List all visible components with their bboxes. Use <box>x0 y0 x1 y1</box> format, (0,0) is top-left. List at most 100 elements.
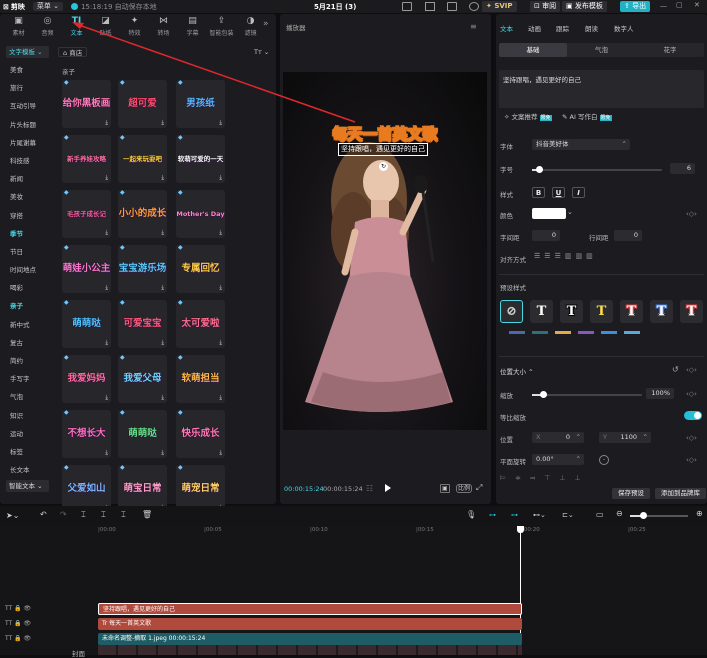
text-template-tile[interactable]: ◆ 一起来玩耍吧 ⤓ <box>118 135 167 183</box>
category-item[interactable]: 标签 <box>0 443 52 461</box>
tool-tab-sticker[interactable]: ◪ 贴纸 <box>91 14 120 38</box>
download-icon[interactable]: ⤓ <box>161 449 164 457</box>
font-select[interactable]: 抖音美好体 ⌃ <box>532 139 630 150</box>
text-template-tile[interactable]: ◆ 专属回忆 ⤓ <box>176 245 225 293</box>
download-icon[interactable]: ⤓ <box>161 174 164 182</box>
download-icon[interactable]: ⤓ <box>219 229 222 237</box>
download-icon[interactable]: ⤓ <box>105 229 108 237</box>
download-icon[interactable]: ⤓ <box>219 394 222 402</box>
font-size-input[interactable]: 6 <box>670 163 695 174</box>
rotate-handle-icon[interactable]: ↻ <box>379 162 388 171</box>
text-template-tile[interactable]: ◆ Mother's Day ⤓ <box>176 190 225 238</box>
category-item[interactable]: 片头标题 <box>0 116 52 134</box>
text-subtab[interactable]: 气泡 <box>568 43 636 57</box>
video-clip[interactable]: 未命名调整-摘取 1.jpeg 00:00:15:24 <box>98 633 522 645</box>
category-item[interactable]: 手写字 <box>0 370 52 388</box>
download-icon[interactable]: ⤓ <box>219 119 222 127</box>
minimize-icon[interactable]: — <box>660 2 667 10</box>
download-icon[interactable]: ⤓ <box>219 174 222 182</box>
split-left-icon[interactable]: ⌶ <box>101 510 106 520</box>
download-icon[interactable]: ⤓ <box>105 174 108 182</box>
text-style-preset[interactable]: T <box>650 300 673 323</box>
text-template-tile[interactable]: ◆ 新手养娃攻略 ⤓ <box>62 135 111 183</box>
download-icon[interactable]: ⤓ <box>161 394 164 402</box>
text-style-preset[interactable]: T <box>620 300 643 323</box>
zoom-slider[interactable] <box>630 512 688 519</box>
player-menu-icon[interactable]: ≡ <box>470 22 477 31</box>
category-item[interactable]: 复古 <box>0 334 52 352</box>
position-y-input[interactable]: Y 1100 ⌃ <box>599 432 651 443</box>
category-item[interactable]: 简约 <box>0 352 52 370</box>
preview-axis-icon[interactable]: ⊏⌄ <box>562 511 574 519</box>
tool-tab-audio[interactable]: ◎ 音频 <box>33 14 62 38</box>
text-template-tile[interactable]: ◆ 小小的成长 ⤓ <box>118 190 167 238</box>
main-track-magnet-icon[interactable]: ⊶ <box>489 511 496 519</box>
text-template-tile[interactable]: ◆ 宝宝游乐场 ⤓ <box>118 245 167 293</box>
text-clip[interactable]: Tr 每天一首英文歌 <box>98 618 522 630</box>
download-icon[interactable]: ⤓ <box>105 449 108 457</box>
category-item[interactable]: 美妆 <box>0 188 52 206</box>
select-tool-icon[interactable]: ➤⌄ <box>6 511 19 520</box>
text-template-tile[interactable]: ◆ 男孩纸 ⤓ <box>176 80 225 128</box>
expand-icon[interactable]: ⤢ <box>476 483 482 493</box>
download-icon[interactable]: ⤓ <box>219 449 222 457</box>
text-template-tile[interactable]: ◆ 可爱宝宝 ⤓ <box>118 300 167 348</box>
track-controls-icon[interactable]: TT 🔒 👁 <box>5 620 31 627</box>
playhead-handle[interactable] <box>517 526 524 533</box>
copy-recommend-button[interactable]: ✧ 文案推荐 限免 <box>504 111 552 121</box>
tool-tab-effects[interactable]: ✦ 特效 <box>120 14 149 38</box>
text-template-tile[interactable]: ◆ 萌萌哒 ⤓ <box>118 410 167 458</box>
export-button[interactable]: ⇪ 导出 <box>620 1 651 12</box>
text-template-tile[interactable]: ◆ 萌娃小公主 ⤓ <box>62 245 111 293</box>
no-style-preset[interactable]: ⊘ <box>500 300 523 323</box>
align-center-icon[interactable]: ☰ <box>544 252 550 262</box>
category-item[interactable]: 新中式 <box>0 316 52 334</box>
text-template-tile[interactable]: ◆ 毛孩子成长记 ⤓ <box>62 190 111 238</box>
preview-canvas[interactable]: 每天一首英文歌 坚持跟唱，遇见更好的自己 ↻ <box>283 72 487 430</box>
position-size-label[interactable]: 位置大小 ⌃ <box>500 366 534 376</box>
text-template-tile[interactable]: ◆ 萌萌哒 ⤓ <box>62 300 111 348</box>
tool-tab-media[interactable]: ▣ 素材 <box>4 14 33 38</box>
align-tool-icon[interactable]: ≑ <box>515 474 521 484</box>
preset-swatch[interactable] <box>555 331 571 334</box>
align-tool-icon[interactable]: ⊥ <box>559 474 565 484</box>
position-x-input[interactable]: X 0 ⌃ <box>532 432 584 443</box>
publish-template-button[interactable]: ▣ 发布模板 <box>562 1 607 12</box>
align-top-icon[interactable]: ▥ <box>565 252 572 262</box>
category-item[interactable]: 运动 <box>0 425 52 443</box>
align-middle-icon[interactable]: ▥ <box>575 252 582 262</box>
text-template-tile[interactable]: ◆ 不想长大 ⤓ <box>62 410 111 458</box>
category-dropdown-smart-text[interactable]: 智能文本 ⌄ <box>6 480 49 493</box>
keyframe-diamond-icon[interactable]: ‹◇› <box>686 390 697 398</box>
inspector-tab[interactable]: 跟踪 <box>556 23 569 33</box>
zoom-in-icon[interactable]: ⊕ <box>696 509 703 518</box>
inspector-tab[interactable]: 朗读 <box>585 23 598 33</box>
split-right-icon[interactable]: ⌶ <box>121 510 126 520</box>
track-controls-icon[interactable]: TT 🔒 👁 <box>5 605 31 612</box>
shortcut-icon[interactable] <box>425 2 435 11</box>
category-item[interactable]: 穿搭 <box>0 207 52 225</box>
delete-icon[interactable]: 🗑 <box>142 510 152 519</box>
close-icon[interactable]: ✕ <box>694 1 700 9</box>
rotation-dial-icon[interactable]: - <box>599 455 609 465</box>
keyframe-diamond-icon[interactable]: ‹◇› <box>686 210 697 218</box>
download-icon[interactable]: ⤓ <box>161 284 164 292</box>
category-item[interactable]: 时间地点 <box>0 261 52 279</box>
category-item[interactable]: 气泡 <box>0 388 52 406</box>
fullscreen-preview-icon[interactable]: ▣ <box>440 484 450 493</box>
preset-swatch[interactable] <box>532 331 548 334</box>
microphone-icon[interactable]: 🎙 <box>466 510 476 519</box>
keyframe-diamond-icon[interactable]: ‹◇› <box>686 434 697 442</box>
align-right-icon[interactable]: ☰ <box>555 252 561 262</box>
inspector-tab[interactable]: 数字人 <box>614 23 634 33</box>
ai-write-button[interactable]: ✎ AI 写作白 限免 <box>562 111 612 121</box>
underline-button[interactable]: U <box>552 187 565 198</box>
font-filter-dropdown[interactable]: Tт ⌄ <box>254 48 269 56</box>
tool-tab-text[interactable]: TI 文本 <box>62 14 91 38</box>
time-ruler[interactable]: |00:00 |00:05 |00:10 |00:15 |00:20 |00:25 <box>98 526 707 536</box>
layout-icon[interactable] <box>402 2 412 11</box>
main-menu-button[interactable]: 菜单 ⌄ <box>32 2 63 11</box>
text-template-tile[interactable]: ◆ 太可爱啦 ⤓ <box>176 300 225 348</box>
letter-spacing-input[interactable]: 0 <box>532 230 560 241</box>
reset-icon[interactable]: ↺ <box>672 365 679 374</box>
